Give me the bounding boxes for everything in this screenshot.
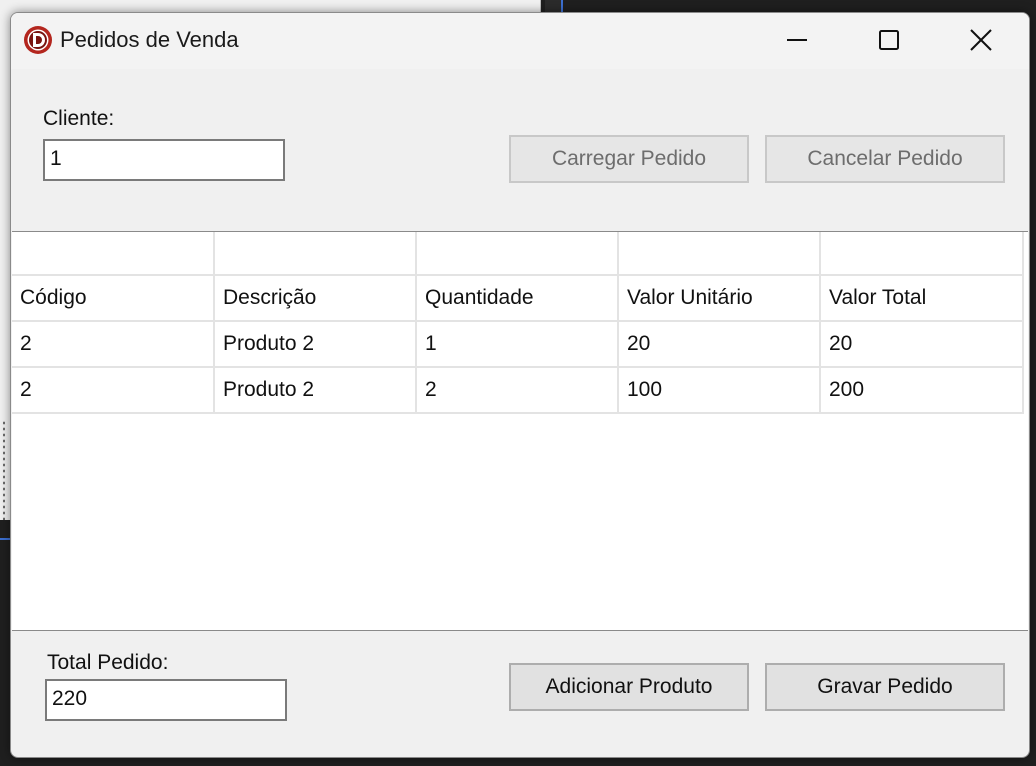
table-cell[interactable]: 2 <box>417 368 619 414</box>
table-cell[interactable]: Produto 2 <box>215 368 417 414</box>
add-product-button[interactable]: Adicionar Produto <box>509 663 749 711</box>
close-button[interactable] <box>935 13 1027 67</box>
table-cell[interactable]: 20 <box>821 322 1024 368</box>
grid-fixed-cell <box>12 232 215 276</box>
grid-fixed-cell <box>215 232 417 276</box>
column-header[interactable]: Valor Total <box>821 276 1024 322</box>
maximize-icon <box>879 30 899 50</box>
client-label: Cliente: <box>43 107 115 130</box>
total-label: Total Pedido: <box>47 651 169 674</box>
table-cell[interactable]: 2 <box>12 322 215 368</box>
grid-header-row: Código Descrição Quantidade Valor Unitár… <box>12 276 1024 322</box>
table-cell[interactable]: 20 <box>619 322 821 368</box>
table-cell[interactable]: 200 <box>821 368 1024 414</box>
background-accent-line <box>561 0 563 12</box>
column-header[interactable]: Quantidade <box>417 276 619 322</box>
table-row[interactable]: 2 Produto 2 2 100 200 <box>12 368 1024 414</box>
table-row[interactable]: 2 Produto 2 1 20 20 <box>12 322 1024 368</box>
column-header[interactable]: Valor Unitário <box>619 276 821 322</box>
close-icon <box>970 29 992 51</box>
minimize-icon <box>787 39 807 41</box>
column-header[interactable]: Descrição <box>215 276 417 322</box>
order-window: Pedidos de Venda Cliente: 1 Carregar Ped… <box>10 12 1030 758</box>
order-items-grid[interactable]: Código Descrição Quantidade Valor Unitár… <box>12 231 1028 631</box>
background-dots <box>2 420 6 520</box>
load-order-button[interactable]: Carregar Pedido <box>509 135 749 183</box>
window-title: Pedidos de Venda <box>60 27 239 52</box>
save-order-button[interactable]: Gravar Pedido <box>765 663 1005 711</box>
cancel-order-button[interactable]: Cancelar Pedido <box>765 135 1005 183</box>
grid-fixed-row <box>12 232 1024 276</box>
client-input[interactable]: 1 <box>43 139 285 181</box>
table-cell[interactable]: 100 <box>619 368 821 414</box>
maximize-button[interactable] <box>843 13 935 67</box>
table-cell[interactable]: Produto 2 <box>215 322 417 368</box>
background-accent-line <box>0 538 10 540</box>
table-cell[interactable]: 1 <box>417 322 619 368</box>
minimize-button[interactable] <box>751 13 843 67</box>
grid-fixed-cell <box>619 232 821 276</box>
total-field[interactable]: 220 <box>45 679 287 721</box>
grid-fixed-cell <box>821 232 1024 276</box>
column-header[interactable]: Código <box>12 276 215 322</box>
grid-fixed-cell <box>417 232 619 276</box>
table-cell[interactable]: 2 <box>12 368 215 414</box>
delphi-app-icon <box>24 26 52 54</box>
title-bar[interactable]: Pedidos de Venda <box>11 13 1029 69</box>
